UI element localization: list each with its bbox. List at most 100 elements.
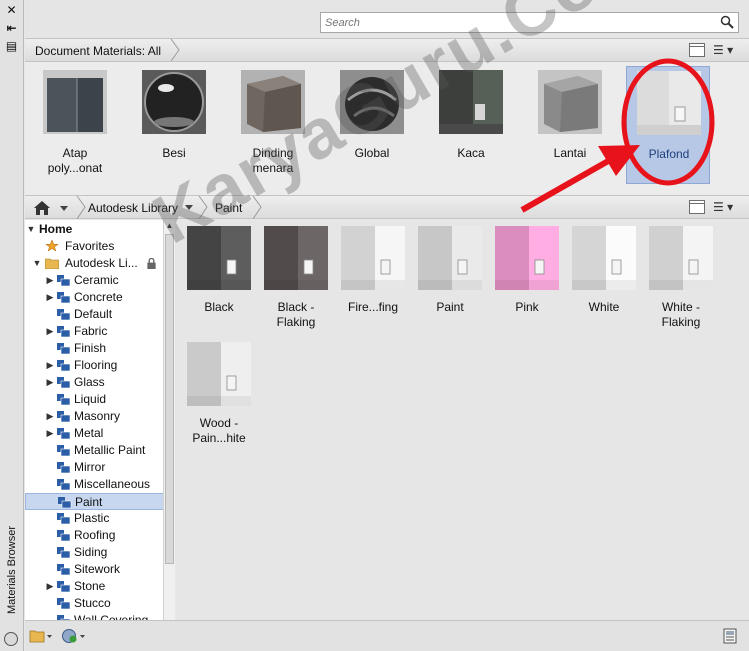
- library-material-tile[interactable]: Black: [183, 220, 255, 330]
- material-tile[interactable]: Lantai: [528, 66, 612, 184]
- tree-item-category[interactable]: Paint: [25, 493, 174, 510]
- create-material-button[interactable]: [61, 628, 85, 644]
- library-material-tile[interactable]: Wood - Pain...hite: [183, 336, 255, 446]
- search-input[interactable]: [321, 13, 711, 32]
- properties-menu-button[interactable]: ▤: [3, 39, 20, 54]
- category-icon: [57, 326, 71, 337]
- material-editor-button[interactable]: [722, 628, 746, 644]
- material-thumbnail: [572, 226, 636, 290]
- tree-item-home[interactable]: ▼ Home: [25, 221, 174, 238]
- library-material-tile[interactable]: White: [568, 220, 640, 330]
- material-thumbnail: [187, 342, 251, 406]
- dark-sphere-thumbnail: [340, 70, 404, 134]
- tree-label: Autodesk Li...: [65, 256, 138, 270]
- breadcrumb-folder[interactable]: Paint: [215, 201, 242, 215]
- tree-label: Paint: [75, 495, 103, 509]
- material-label: Besi: [162, 146, 186, 160]
- tree-item-category[interactable]: Metallic Paint: [25, 442, 174, 459]
- document-materials-title[interactable]: Document Materials: All: [35, 44, 161, 58]
- expand-arrow-icon[interactable]: ▶: [45, 374, 55, 391]
- library-material-tile[interactable]: Paint: [414, 220, 486, 330]
- material-label: Kaca: [457, 146, 485, 160]
- tree-item-category[interactable]: Mirror: [25, 459, 174, 476]
- material-tile-selected[interactable]: Plafond: [626, 66, 710, 184]
- tree-item-favorites[interactable]: Favorites: [25, 238, 174, 255]
- autohide-button[interactable]: ⇤: [3, 21, 20, 36]
- library-material-tile[interactable]: Fire...fing: [337, 220, 409, 330]
- expand-arrow-icon[interactable]: ▶: [45, 272, 55, 289]
- category-icon: [57, 360, 71, 371]
- bottom-toolbar: [25, 620, 749, 651]
- category-icon: [57, 309, 71, 320]
- tree-item-category[interactable]: ▶ Metal: [25, 425, 174, 442]
- category-icon: [57, 479, 71, 490]
- tree-item-category[interactable]: Roofing: [25, 527, 174, 544]
- breadcrumb-library[interactable]: Autodesk Library: [88, 201, 178, 215]
- tree-item-category[interactable]: Stucco: [25, 595, 174, 612]
- tree-item-category[interactable]: Sitework: [25, 561, 174, 578]
- tree-item-autodesk-library[interactable]: ▼ Autodesk Li...: [25, 255, 174, 272]
- tree-item-category[interactable]: ▶ Masonry: [25, 408, 174, 425]
- tree-item-category[interactable]: ▶ Glass: [25, 374, 174, 391]
- scroll-up-arrow[interactable]: ▲: [164, 220, 175, 232]
- folder-icon: [45, 258, 59, 269]
- manage-library-button[interactable]: [29, 628, 53, 644]
- tree-item-category[interactable]: Wall Covering: [25, 612, 174, 620]
- material-label: Paint: [436, 300, 464, 314]
- tree-item-category[interactable]: ▶ Concrete: [25, 289, 174, 306]
- home-icon[interactable]: [31, 198, 69, 218]
- chevron-right-icon: [252, 196, 262, 219]
- scroll-thumb[interactable]: [165, 234, 174, 564]
- tree-item-category[interactable]: Siding: [25, 544, 174, 561]
- tree-item-category[interactable]: Default: [25, 306, 174, 323]
- library-path-bar: Autodesk Library Paint ☰ ▾: [25, 195, 749, 219]
- material-label: Wood - Pain...hite: [192, 416, 246, 445]
- tree-item-category[interactable]: Liquid: [25, 391, 174, 408]
- tree-label: Roofing: [74, 528, 116, 542]
- material-tile[interactable]: Global: [330, 66, 414, 184]
- tree-item-category[interactable]: Finish: [25, 340, 174, 357]
- toggle-view-button[interactable]: [689, 43, 705, 57]
- category-icon: [57, 445, 71, 456]
- expand-arrow-icon[interactable]: ▶: [45, 289, 55, 306]
- tree-label: Concrete: [74, 290, 123, 304]
- material-tile[interactable]: Dinding menara: [231, 66, 315, 184]
- material-tile[interactable]: Besi: [132, 66, 216, 184]
- search-box[interactable]: [320, 12, 739, 33]
- expand-arrow-icon[interactable]: ▶: [45, 425, 55, 442]
- category-icon: [57, 564, 71, 575]
- tree-label: Metallic Paint: [74, 443, 146, 457]
- category-icon: [57, 377, 71, 388]
- category-icon: [57, 513, 71, 524]
- tree-item-category[interactable]: ▶ Flooring: [25, 357, 174, 374]
- tree-item-category[interactable]: ▶ Fabric: [25, 323, 174, 340]
- library-material-tile[interactable]: Pink: [491, 220, 563, 330]
- expand-arrow-icon[interactable]: ▶: [45, 408, 55, 425]
- expand-arrow-icon[interactable]: ▶: [45, 357, 55, 374]
- search-row: [25, 0, 749, 38]
- tree-item-category[interactable]: ▶ Ceramic: [25, 272, 174, 289]
- settings-icon[interactable]: [4, 632, 18, 646]
- tree-item-category[interactable]: Plastic: [25, 510, 174, 527]
- tree-item-category[interactable]: Miscellaneous: [25, 476, 174, 493]
- chevron-right-icon: [76, 196, 86, 219]
- expand-arrow-icon[interactable]: ▶: [45, 578, 55, 595]
- search-icon[interactable]: [720, 15, 734, 29]
- chevron-down-icon[interactable]: [183, 196, 195, 219]
- library-material-tile[interactable]: Black - Flaking: [260, 220, 332, 330]
- list-view-dropdown[interactable]: ☰ ▾: [713, 42, 741, 58]
- expand-arrow-icon[interactable]: ▶: [45, 323, 55, 340]
- library-material-tile[interactable]: White - Flaking: [645, 220, 717, 330]
- tree-label: Sitework: [74, 562, 121, 576]
- granite-cube-thumbnail: [241, 70, 305, 134]
- tree-label: Default: [74, 307, 113, 321]
- tree-scrollbar[interactable]: ▲: [163, 220, 175, 620]
- tree-item-category[interactable]: ▶ Stone: [25, 578, 174, 595]
- chevron-right-icon: [170, 39, 180, 61]
- material-label: Global: [354, 146, 390, 160]
- toggle-view-button[interactable]: [689, 200, 705, 214]
- material-tile[interactable]: Atap poly...onat: [33, 66, 117, 184]
- list-view-dropdown[interactable]: ☰ ▾: [713, 199, 741, 215]
- material-tile[interactable]: Kaca: [429, 66, 513, 184]
- close-button[interactable]: ✕: [3, 3, 20, 18]
